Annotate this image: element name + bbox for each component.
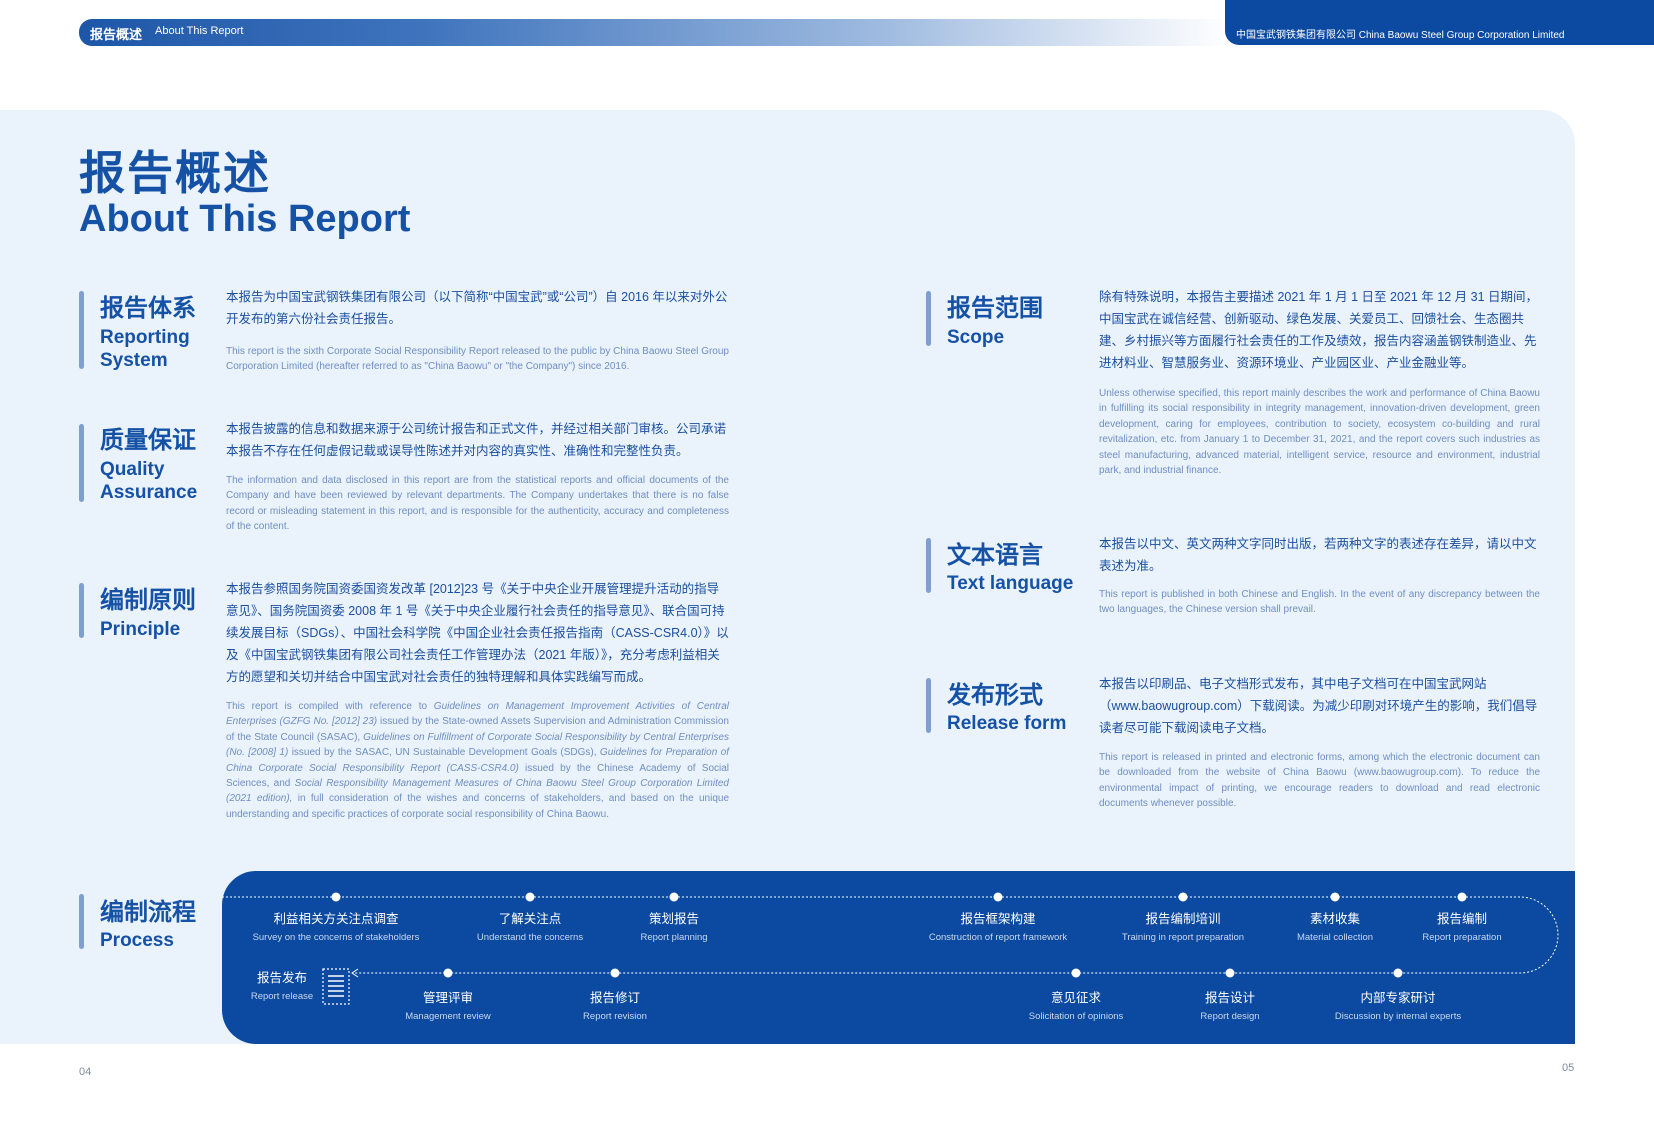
header-section-zh: 报告概述 xyxy=(90,27,143,42)
section-accent-bar xyxy=(79,424,84,502)
process-step-release: 报告发布 Report release xyxy=(250,971,314,1002)
process-node xyxy=(669,892,679,902)
section-body-en: Unless otherwise specified, this report … xyxy=(1099,388,1540,477)
process-node xyxy=(610,968,620,978)
document-list-icon xyxy=(322,968,350,1005)
process-step: 策划报告 Report planning xyxy=(640,912,708,943)
process-step: 素材收集 Material collection xyxy=(1296,912,1374,943)
section-title-zh: 编制原则 xyxy=(100,587,196,614)
process-step: 内部专家研讨 Discussion by internal experts xyxy=(1334,991,1462,1022)
header-section-en: About This Report xyxy=(155,25,244,37)
section-body-en: This report is the sixth Corporate Socia… xyxy=(226,346,729,373)
section-body-en: This report is released in printed and e… xyxy=(1099,752,1540,810)
section-title-zh: 报告范围 xyxy=(947,295,1043,322)
section-body-zh: 本报告披露的信息和数据来源于公司统计报告和正式文件，并经过相关部门审核。公司承诺… xyxy=(226,422,727,458)
process-step: 报告编制 Report preparation xyxy=(1422,912,1502,943)
section-title-en: Quality Assurance xyxy=(100,459,198,503)
process-node xyxy=(331,892,341,902)
process-step: 报告编制培训 Training in report preparation xyxy=(1121,912,1245,943)
process-step: 报告修订 Report revision xyxy=(583,991,647,1022)
section-title-zh: 编制流程 xyxy=(100,899,196,926)
page-title-zh: 报告概述 xyxy=(79,147,271,199)
section-accent-bar xyxy=(926,291,931,346)
process-step: 利益相关方关注点调查 Survey on the concerns of stak… xyxy=(252,912,420,943)
section-accent-bar xyxy=(79,583,84,638)
process-step: 了解关注点 Understand the concerns xyxy=(476,912,584,943)
header-company-tab: 中国宝武钢铁集团有限公司 China Baowu Steel Group Cor… xyxy=(1225,0,1654,45)
section-body-zh: 除有特殊说明，本报告主要描述 2021 年 1 月 1 日至 2021 年 12… xyxy=(1099,290,1539,370)
section-title-en: Release form xyxy=(947,713,1067,734)
section-title-en: Text language xyxy=(947,573,1074,594)
section-title-zh: 文本语言 xyxy=(947,542,1043,569)
process-node xyxy=(1457,892,1467,902)
section-body-en: The information and data disclosed in th… xyxy=(226,475,729,533)
process-node xyxy=(525,892,535,902)
section-accent-bar xyxy=(79,291,84,369)
section-accent-bar xyxy=(926,538,931,593)
process-step: 报告框架构建 Construction of report framework xyxy=(928,912,1068,943)
process-step: 管理评审 Management review xyxy=(405,991,491,1022)
section-title-en: Process xyxy=(100,930,174,951)
header-banner: 报告概述 About This Report xyxy=(79,19,1229,46)
page-number-right: 05 xyxy=(1562,1062,1575,1074)
section-body-zh: 本报告以印刷品、电子文档形式发布，其中电子文档可在中国宝武网站（www.baow… xyxy=(1099,677,1538,735)
section-title-zh: 质量保证 xyxy=(100,427,196,454)
section-title-en: Principle xyxy=(100,619,181,640)
page-number-left: 04 xyxy=(79,1066,92,1078)
header-company-name: 中国宝武钢铁集团有限公司 China Baowu Steel Group Cor… xyxy=(1236,30,1565,41)
process-node xyxy=(1393,968,1403,978)
section-title-zh: 发布形式 xyxy=(947,682,1043,709)
section-title-en: Scope xyxy=(947,327,1005,348)
section-body-en: This report is published in both Chinese… xyxy=(1099,589,1540,616)
section-title-zh: 报告体系 xyxy=(100,295,196,322)
process-node xyxy=(1225,968,1235,978)
page-title-en: About This Report xyxy=(79,198,411,240)
section-body-zh: 本报告参照国务院国资委国资发改革 [2012]23 号《关于中央企业开展管理提升… xyxy=(226,582,729,684)
process-step: 意见征求 Solicitation of opinions xyxy=(1028,991,1124,1022)
process-step: 报告设计 Report design xyxy=(1200,991,1260,1022)
section-body-en: This report is compiled with reference t… xyxy=(226,701,730,820)
process-node xyxy=(1178,892,1188,902)
process-node xyxy=(1330,892,1340,902)
process-node xyxy=(443,968,453,978)
section-body-zh: 本报告为中国宝武钢铁集团有限公司（以下简称“中国宝武”或“公司”）自 2016 … xyxy=(226,290,728,326)
process-flow: 利益相关方关注点调查 Survey on the concerns of stak… xyxy=(222,871,1575,1044)
section-body-zh: 本报告以中文、英文两种文字同时出版，若两种文字的表述存在差异，请以中文表述为准。 xyxy=(1099,537,1537,573)
section-title-en: Reporting System xyxy=(100,327,190,371)
section-accent-bar xyxy=(926,678,931,733)
process-node xyxy=(993,892,1003,902)
process-node xyxy=(1071,968,1081,978)
section-accent-bar xyxy=(79,894,84,949)
